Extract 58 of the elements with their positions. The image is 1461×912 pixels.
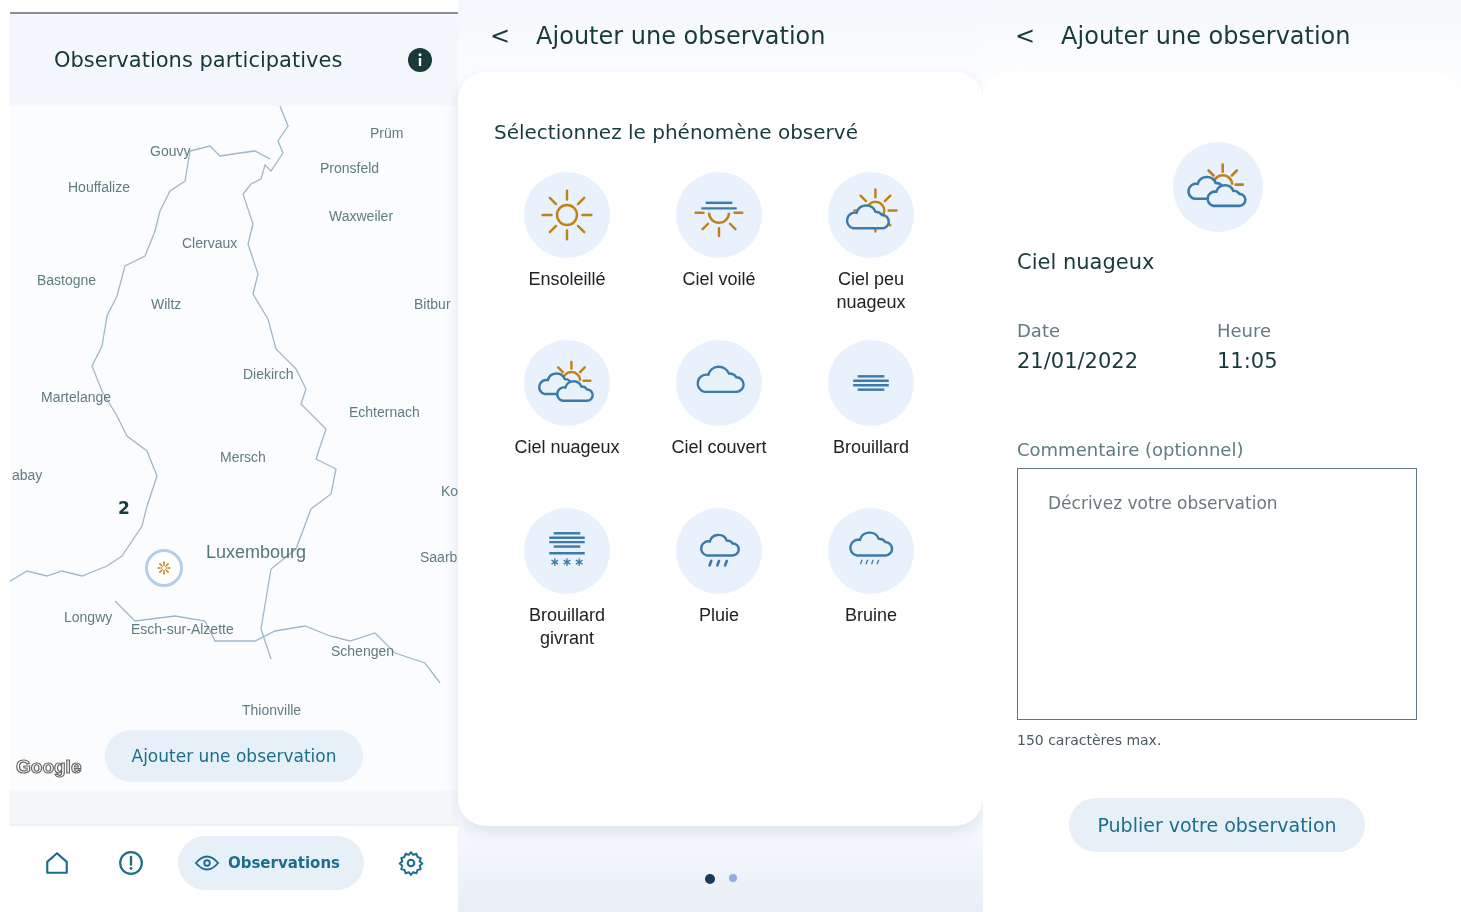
add-observation-button[interactable]: Ajouter une observation <box>105 730 363 782</box>
place-label: Ko <box>441 483 458 499</box>
sun-icon <box>157 561 171 575</box>
info-icon[interactable] <box>408 48 432 72</box>
phenomenon-option[interactable]: Brouillard <box>795 340 947 490</box>
screen-title: Ajouter une observation <box>536 22 826 50</box>
field-label: Date <box>1017 320 1062 341</box>
page-dot[interactable] <box>728 874 737 882</box>
phenomenon-name: Ciel nuageux <box>1017 250 1156 274</box>
phenomenon-option[interactable]: Ensoleillé <box>491 172 643 322</box>
place-label: Mersch <box>220 449 266 465</box>
place-label: Wiltz <box>151 296 182 312</box>
screen-title: Observations participatives <box>54 48 343 72</box>
back-button[interactable]: < <box>484 20 517 52</box>
character-limit-hint: 150 caractères max. <box>1017 732 1163 748</box>
alert-icon <box>117 850 144 876</box>
nav-tab[interactable]: Observations <box>177 836 365 890</box>
publish-button[interactable]: Publier votre observation <box>1069 798 1365 852</box>
settings-icon <box>398 850 424 876</box>
place-label: Pronsfeld <box>320 160 380 176</box>
google-logo: Google <box>16 756 82 778</box>
place-label: Houffalize <box>68 179 130 195</box>
home-icon <box>44 850 70 876</box>
section-heading: Sélectionnez le phénomène observé <box>494 120 859 144</box>
place-label: Thionville <box>242 702 302 718</box>
phenomenon-option[interactable]: Bruine <box>795 508 947 668</box>
phenomenon-option[interactable]: Ciel couvert <box>643 340 795 490</box>
phenomenon-option[interactable]: Pluie <box>643 508 795 668</box>
place-label: Gouvy <box>150 143 191 159</box>
back-button[interactable]: < <box>1009 20 1042 52</box>
time-value: 11:05 <box>1217 349 1279 373</box>
fog-icon <box>851 374 891 392</box>
screen-title: Ajouter une observation <box>1061 22 1351 50</box>
observation-marker[interactable] <box>145 549 183 587</box>
field-label: Heure <box>1217 320 1273 341</box>
place-label: Longwy <box>64 609 113 625</box>
page-dot[interactable] <box>704 874 715 884</box>
place-label: Esch-sur-Alzette <box>131 621 234 637</box>
place-label: abay <box>12 467 43 483</box>
place-label: Luxembourg <box>206 542 307 563</box>
place-label: Bastogne <box>37 272 97 288</box>
field-label: Commentaire (optionnel) <box>1017 439 1245 460</box>
cluster-count[interactable]: 2 <box>118 498 130 518</box>
place-label: Schengen <box>331 643 395 659</box>
phenomenon-option[interactable]: Ciel nuageux <box>491 340 643 490</box>
phenomenon-option[interactable]: Brouillard givrant <box>491 508 643 668</box>
date-value: 21/01/2022 <box>1017 349 1140 373</box>
phenomenon-option[interactable]: Ciel voilé <box>643 172 795 322</box>
place-label: Saarb <box>420 549 458 565</box>
phenomenon-option[interactable]: Ciel peu nuageux <box>795 172 947 322</box>
place-label: Martelange <box>41 389 112 405</box>
place-label: Echternach <box>349 404 420 420</box>
place-label: Waxweiler <box>329 208 394 224</box>
place-label: Diekirch <box>243 366 294 382</box>
place-label: Prüm <box>370 125 404 141</box>
comment-field[interactable]: Décrivez votre observation <box>1017 468 1417 720</box>
place-label: Clervaux <box>182 235 238 251</box>
place-label: Bitbur <box>414 296 451 312</box>
